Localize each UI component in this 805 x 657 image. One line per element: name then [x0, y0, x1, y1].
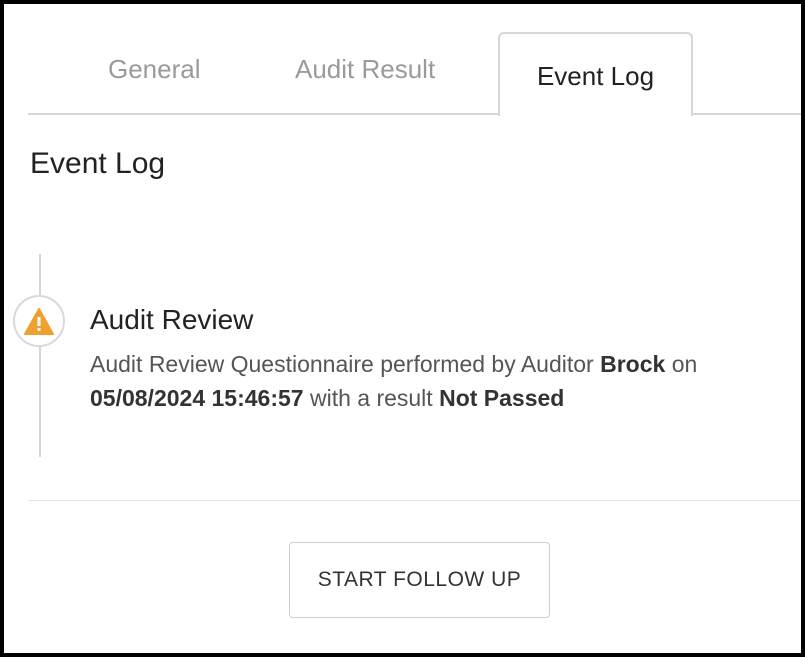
- tab-event-log-label: Event Log: [536, 60, 655, 91]
- timeline-marker: [13, 295, 65, 347]
- timeline-line: [39, 254, 41, 457]
- warning-icon: [24, 307, 54, 335]
- event-title: Audit Review: [90, 304, 254, 335]
- event-auditor: Brock: [600, 351, 666, 377]
- footer-divider: [28, 500, 801, 501]
- event-desc-on: on: [665, 351, 698, 377]
- event-desc-result: with a result: [303, 385, 440, 411]
- tab-event-log[interactable]: Event Log: [498, 32, 693, 116]
- event-datetime: 05/08/2024 15:46:57: [90, 385, 304, 411]
- tab-general[interactable]: General: [108, 54, 201, 85]
- tab-audit-result[interactable]: Audit Result: [295, 54, 435, 85]
- event-description: Audit Review Questionnaire performed by …: [90, 347, 790, 415]
- event-desc-prefix: Audit Review Questionnaire performed by …: [90, 351, 601, 377]
- section-title: Event Log: [30, 147, 166, 180]
- event-result: Not Passed: [439, 385, 565, 411]
- start-follow-up-button[interactable]: START FOLLOW UP: [289, 542, 550, 618]
- event-log-panel: General Audit Result Event Log Event Log…: [4, 4, 801, 653]
